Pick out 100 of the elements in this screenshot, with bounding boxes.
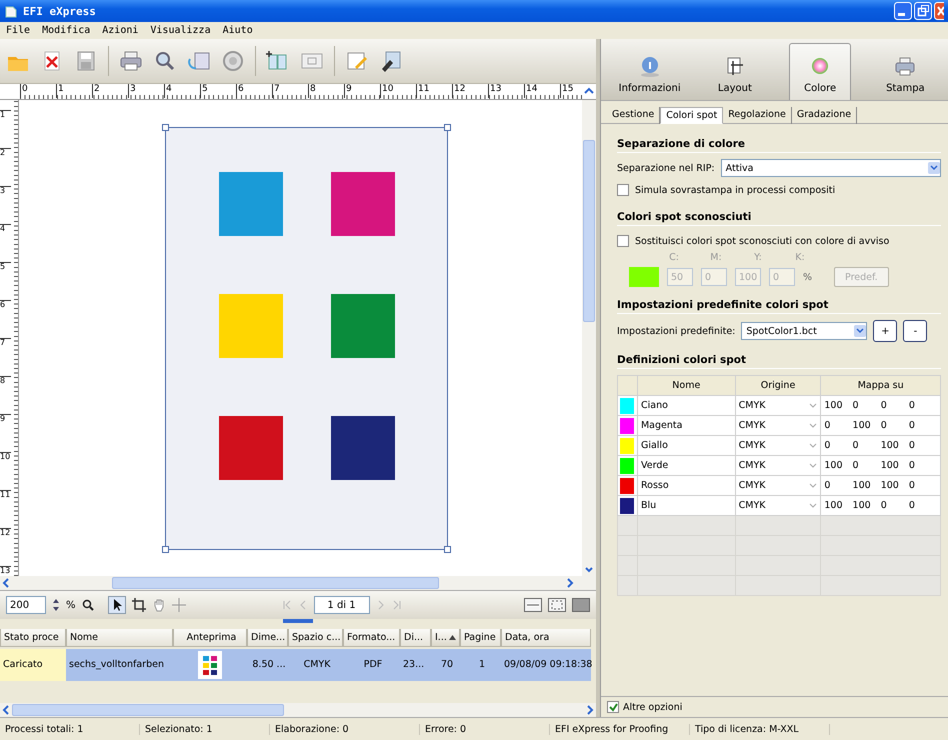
table-cell: Rosso: [637, 476, 736, 496]
table-cell: Magenta: [637, 416, 736, 436]
magnifier-icon[interactable]: [153, 49, 177, 73]
remove-button[interactable]: -: [903, 320, 928, 342]
column-header[interactable]: Spazio c...: [288, 629, 343, 647]
column-header[interactable]: Pagine: [460, 629, 501, 647]
minimize-icon[interactable]: [894, 2, 912, 20]
menu-item[interactable]: Azioni: [102, 25, 138, 36]
table-cell: 70: [431, 649, 460, 681]
ruler-number: 8: [308, 84, 344, 98]
section-heading: Impostazioni predefinite colori spot: [617, 299, 941, 314]
presets-dropdown[interactable]: SpotColor1.bct: [741, 322, 868, 340]
column-header[interactable]: I...: [431, 629, 460, 647]
separation-dropdown[interactable]: Attiva: [720, 159, 941, 177]
ruler-number: 11: [0, 490, 11, 528]
vertical-scrollbar[interactable]: [582, 100, 596, 576]
column-header[interactable]: Anteprima: [173, 629, 247, 647]
ruler-number: 3: [128, 84, 164, 98]
panel-tab[interactable]: Layout: [704, 43, 766, 100]
crop-icon[interactable]: [132, 598, 146, 612]
job-row[interactable]: Caricato sechs_volltonfarben 8.50 ... CMYK PDF 23... 70 1 09/08/09 09:18:38: [0, 649, 596, 681]
fit-page-icon[interactable]: [548, 598, 566, 612]
horizontal-scrollbar[interactable]: [0, 576, 596, 590]
ruler-number: 5: [0, 262, 11, 300]
table-cell-text: 0: [824, 420, 832, 431]
column-header[interactable]: Formato...: [343, 629, 400, 647]
ruler-number: 6: [236, 84, 272, 98]
pointer-icon[interactable]: [108, 596, 126, 614]
chevron-down-icon[interactable]: [809, 403, 818, 408]
checkbox-label: Sostituisci colori spot sconosciuti con colore di avviso: [635, 236, 890, 246]
close-icon[interactable]: [934, 2, 944, 20]
spinner-icon[interactable]: [52, 597, 60, 613]
ruler-number: 1: [0, 110, 11, 148]
sub-tab[interactable]: Colori spot: [660, 107, 724, 124]
splitter-handle[interactable]: [283, 619, 313, 623]
full-view-icon[interactable]: [572, 598, 590, 612]
column-header[interactable]: Mappa su: [820, 376, 940, 396]
warning-color-swatch[interactable]: [629, 267, 659, 287]
page-field[interactable]: 1 di 1: [314, 596, 370, 614]
add-button[interactable]: +: [873, 320, 898, 342]
column-header[interactable]: Nome: [66, 629, 173, 647]
section-heading: Definizioni colori spot: [617, 354, 941, 369]
menu-item[interactable]: File: [6, 25, 30, 36]
panel-tab[interactable]: Informazioni: [618, 43, 681, 100]
table-cell-text: 0: [880, 400, 888, 411]
ruler-number: 7: [272, 84, 308, 98]
chevron-down-icon[interactable]: [809, 463, 818, 468]
chevron-down-icon[interactable]: [809, 423, 818, 428]
menu-item[interactable]: Visualizza: [150, 25, 211, 36]
ruler-number: 5: [200, 84, 236, 98]
chevron-down-icon[interactable]: [809, 503, 818, 508]
resize-handle[interactable]: [444, 546, 451, 553]
fit-width-icon[interactable]: [524, 598, 542, 612]
chevron-down-icon[interactable]: [809, 483, 818, 488]
ruler-number: 1: [56, 84, 92, 98]
section-heading: Separazione di colore: [617, 138, 941, 153]
sub-tab[interactable]: Regolazione: [723, 107, 792, 124]
zoom-field[interactable]: 200: [6, 596, 46, 614]
printer-icon[interactable]: [119, 49, 143, 73]
file-name: sechs_volltonfarben: [66, 649, 173, 681]
menu-item[interactable]: Aiuto: [222, 25, 253, 36]
column-header[interactable]: Dime...: [247, 629, 288, 647]
section-heading: Colori spot sconosciuti: [617, 211, 941, 226]
status-text: Errore: 0: [420, 724, 550, 734]
table-cell-text: 100: [824, 400, 844, 411]
menu-item[interactable]: Modifica: [42, 25, 90, 36]
checkbox[interactable]: [607, 701, 619, 713]
zoom-icon[interactable]: [82, 599, 94, 611]
percent-label: %: [803, 272, 812, 282]
column-header[interactable]: Nome: [637, 376, 736, 396]
chevron-down-icon[interactable]: [809, 443, 818, 448]
hand-icon[interactable]: [152, 598, 166, 612]
table-cell: Giallo: [637, 436, 736, 456]
panel-tab[interactable]: Colore: [789, 43, 852, 100]
table-cell-text: 0: [908, 400, 916, 411]
channel-label: C:: [668, 252, 680, 263]
status-text: Selezionato: 1: [140, 724, 270, 734]
table-cell-text: 100: [852, 480, 872, 491]
horizontal-scrollbar[interactable]: [0, 703, 596, 717]
table-cell-text: 100: [852, 420, 872, 431]
pen-document-icon[interactable]: [379, 49, 403, 73]
ruler-number: 2: [92, 84, 128, 98]
resize-handle[interactable]: [162, 546, 169, 553]
sub-tab[interactable]: Gradazione: [792, 107, 858, 124]
column-header[interactable]: Origine: [735, 376, 821, 396]
column-header[interactable]: Di...: [400, 629, 431, 647]
table-cell-text: 0: [908, 440, 916, 451]
ruler-number: 9: [0, 414, 11, 452]
panel-tab[interactable]: Stampa: [874, 43, 936, 100]
column-header[interactable]: Stato proce: [0, 629, 66, 647]
ruler-number: 8: [0, 376, 11, 414]
resize-handle[interactable]: [444, 124, 451, 131]
crosshair-icon[interactable]: [172, 598, 186, 612]
ruler-number: 13: [488, 84, 524, 98]
column-header[interactable]: Data, ora: [501, 629, 591, 647]
maximize-icon[interactable]: [914, 2, 932, 20]
ruler-number: 4: [164, 84, 200, 98]
resize-handle[interactable]: [162, 124, 169, 131]
status-text: Elaborazione: 0: [270, 724, 420, 734]
checkbox[interactable]: [617, 184, 629, 196]
